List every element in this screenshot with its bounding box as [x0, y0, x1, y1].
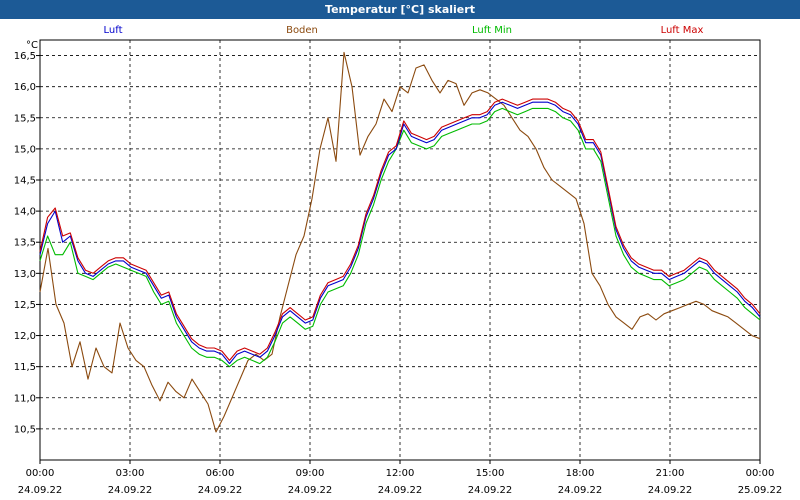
x-tick-date-label: 24.09.22 [18, 485, 63, 496]
y-tick-label: 14,5 [14, 176, 36, 187]
y-tick-label: 11,5 [14, 362, 36, 373]
x-tick-time-label: 06:00 [206, 468, 235, 479]
x-tick-date-label: 24.09.22 [468, 485, 513, 496]
legend-entry: Boden [286, 25, 318, 36]
y-axis-ticks: 10,5 11,0 11,5 12,0 12,5 13,0 13,5 14,0 14,5 15,0… [14, 51, 40, 435]
legend: Luft Boden Luft Min Luft Max [104, 25, 704, 36]
x-tick-time-label: 00:00 [26, 468, 55, 479]
y-tick-label: 10,5 [14, 424, 36, 435]
temperature-chart: Temperatur [°C] skaliert °C 10,5 11,0 11,5… [0, 0, 800, 496]
x-tick-date-label: 24.09.22 [558, 485, 603, 496]
x-axis-ticks: 00:00 24.09.22 03:00 24.09.22 06:00 24.09.22 0… [18, 460, 783, 496]
x-tick-time-label: 21:00 [656, 468, 685, 479]
legend-entry: Luft Max [661, 25, 704, 36]
y-tick-label: 14,0 [14, 207, 36, 218]
y-tick-label: 16,0 [14, 82, 36, 93]
y-tick-label: 15,5 [14, 113, 36, 124]
y-axis-unit-label: °C [26, 40, 38, 51]
x-tick-date-label: 24.09.22 [378, 485, 423, 496]
y-tick-label: 12,5 [14, 300, 36, 311]
chart-window: Temperatur [°C] skaliert °C 10,5 11,0 11,5… [0, 0, 800, 500]
x-tick-time-label: 15:00 [476, 468, 505, 479]
x-tick-time-label: 09:00 [296, 468, 325, 479]
x-tick-date-label: 24.09.22 [198, 485, 243, 496]
y-tick-label: 16,5 [14, 51, 36, 62]
x-tick-time-label: 00:00 [746, 468, 775, 479]
series-line-luft-min [39, 107, 761, 368]
x-tick-date-label: 24.09.22 [108, 485, 153, 496]
x-tick-time-label: 03:00 [116, 468, 145, 479]
y-tick-label: 11,0 [14, 393, 36, 404]
chart-title: Temperatur [°C] skaliert [325, 3, 475, 16]
grid [40, 40, 760, 460]
legend-entry: Luft Min [472, 25, 512, 36]
y-tick-label: 13,5 [14, 238, 36, 249]
legend-entry: Luft [104, 25, 123, 36]
y-tick-label: 12,0 [14, 331, 36, 342]
y-tick-label: 13,0 [14, 269, 36, 280]
x-tick-date-label: 24.09.22 [648, 485, 693, 496]
x-tick-time-label: 18:00 [566, 468, 595, 479]
y-tick-label: 15,0 [14, 144, 36, 155]
x-tick-date-label: 24.09.22 [288, 485, 333, 496]
x-tick-time-label: 12:00 [386, 468, 415, 479]
x-tick-date-label: 25.09.22 [738, 485, 783, 496]
